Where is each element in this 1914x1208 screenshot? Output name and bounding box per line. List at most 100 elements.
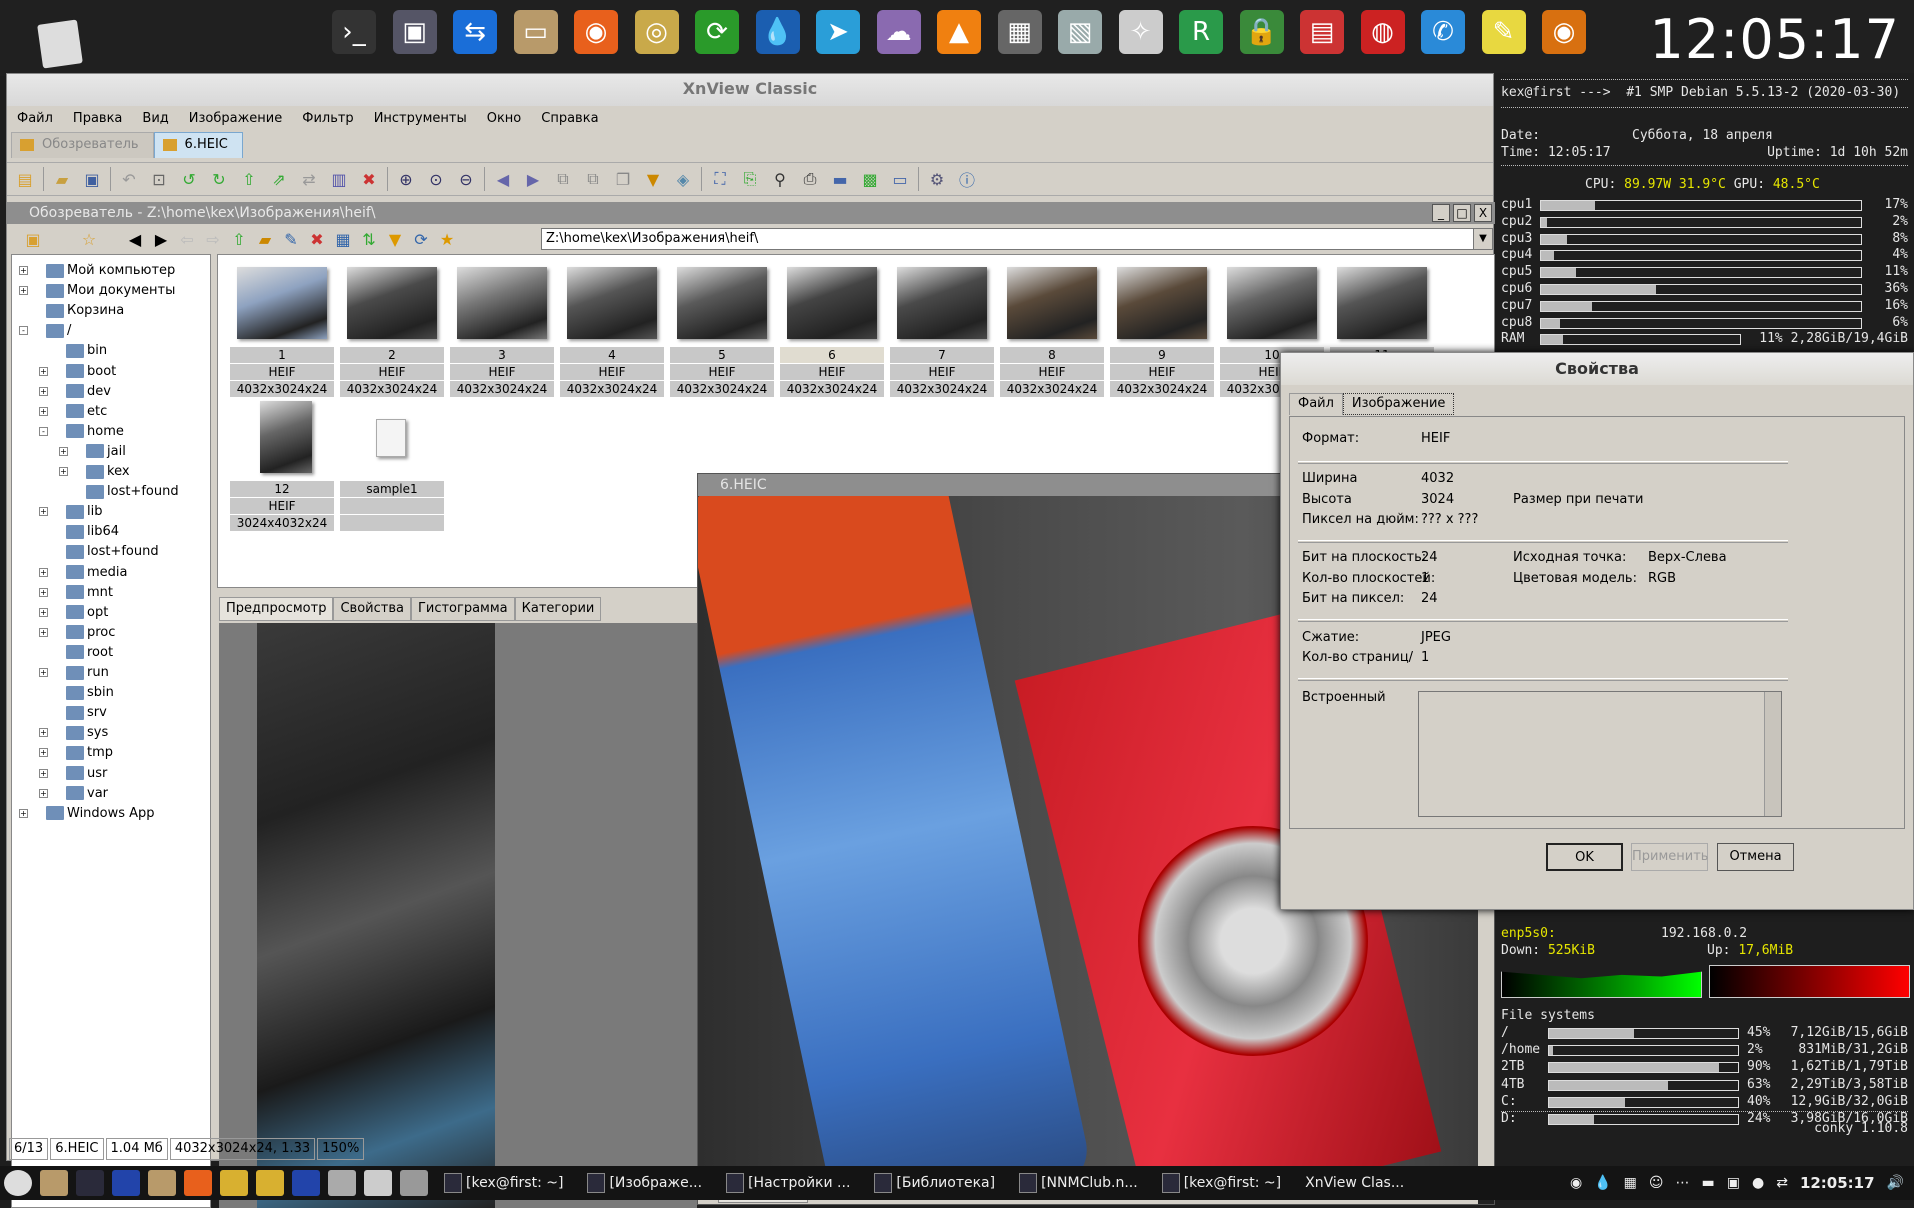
telegram-icon[interactable]: ➤ <box>816 10 860 54</box>
cleaner-icon[interactable] <box>220 1170 248 1196</box>
menu-item[interactable]: Инструменты <box>364 108 477 130</box>
taskbar-task[interactable]: [Библиотека] <box>874 1173 995 1193</box>
tree-item[interactable]: lib64 <box>66 522 119 542</box>
tree-expander[interactable]: - <box>39 426 48 436</box>
xnview-tray-icon[interactable]: ◉ <box>1570 1175 1582 1191</box>
menu-item[interactable]: Справка <box>531 108 608 130</box>
tree-expander[interactable]: + <box>39 607 48 617</box>
taskbar-task[interactable]: [Настройки ... <box>726 1173 850 1193</box>
panel-tab[interactable]: Предпросмотр <box>219 597 334 621</box>
teamviewer-icon[interactable]: ⇆ <box>453 10 497 54</box>
undo-icon[interactable]: ↶ <box>117 167 141 191</box>
tab-image[interactable]: 6.HEIC <box>153 132 243 158</box>
tree-item[interactable]: opt <box>66 603 108 623</box>
start-icon[interactable] <box>4 1170 32 1196</box>
disc-burner-icon[interactable]: ◎ <box>634 10 679 54</box>
tree-expander[interactable]: - <box>19 326 28 336</box>
tools-icon[interactable] <box>364 1170 392 1196</box>
crop-icon[interactable]: ⊡ <box>147 167 171 191</box>
tree-expander[interactable]: + <box>39 668 48 677</box>
tree-expander[interactable]: + <box>39 627 48 637</box>
rotate-left-icon[interactable]: ↺ <box>177 167 201 191</box>
batch-icon[interactable]: ⎘ <box>738 167 762 191</box>
tree-expander[interactable]: + <box>39 366 48 376</box>
first-icon[interactable]: ⧉ <box>551 167 575 191</box>
user-icon[interactable]: ● <box>1752 1175 1764 1191</box>
tree-item[interactable]: jail <box>86 442 126 462</box>
taskbar-task[interactable]: [kex@first: ~] <box>444 1173 563 1193</box>
zoom-in-icon[interactable]: ⊕ <box>394 167 418 191</box>
lock-icon[interactable]: 🔒 <box>1239 10 1284 54</box>
tree-expander[interactable]: + <box>59 467 68 476</box>
folder-icon[interactable] <box>148 1170 176 1196</box>
rename-icon[interactable]: ✎ <box>281 227 301 251</box>
favorites-tab-icon[interactable]: ☆ <box>59 227 119 251</box>
pages-icon[interactable]: ❐ <box>611 167 635 191</box>
us-flag-icon[interactable]: ▬ <box>1702 1175 1715 1191</box>
fullscreen-icon[interactable]: ⛶ <box>708 167 732 191</box>
tree-item[interactable]: srv <box>66 703 107 723</box>
tree-expander[interactable]: + <box>19 808 28 818</box>
tab-browser[interactable]: Обозреватель <box>11 132 154 158</box>
sort-icon[interactable]: ⇅ <box>359 227 379 251</box>
menu-item[interactable]: Изображение <box>179 108 292 130</box>
bookmark-icon[interactable]: ★ <box>437 227 457 251</box>
notes-icon[interactable]: ✎ <box>1481 10 1526 54</box>
tree-item[interactable]: tmp <box>66 743 113 763</box>
disk-icon[interactable]: ▣ <box>1727 1175 1740 1191</box>
compass-icon[interactable]: ✧ <box>1118 10 1163 54</box>
pidgin-icon[interactable]: ☁ <box>876 10 921 54</box>
calendar-icon[interactable]: ▦ <box>1624 1175 1637 1191</box>
tree-item[interactable]: lost+found <box>66 542 159 562</box>
file-manager-icon[interactable]: ▭ <box>513 10 558 54</box>
tree-item[interactable]: Корзина <box>46 301 124 321</box>
embedded-scrollbar[interactable] <box>1764 692 1781 816</box>
more-icon[interactable]: ⋯ <box>1676 1175 1690 1191</box>
next-icon[interactable]: ▶ <box>521 167 545 191</box>
tab-image[interactable]: Изображение <box>1342 393 1455 415</box>
tree-item[interactable]: mnt <box>66 583 113 603</box>
xnview-icon[interactable]: ◉ <box>1542 10 1586 54</box>
tree-item[interactable]: usr <box>66 764 107 784</box>
minimize-button[interactable]: _ <box>1432 204 1450 222</box>
volume-icon[interactable]: 🔊 <box>1887 1175 1904 1191</box>
adjust-icon[interactable]: ▥ <box>327 167 351 191</box>
tree-item[interactable]: etc <box>66 402 107 422</box>
terminal-icon[interactable]: ›_ <box>332 10 376 54</box>
tree-item[interactable]: Мой компьютер <box>46 261 175 281</box>
tree-expander[interactable]: + <box>59 446 68 456</box>
lifebuoy-icon[interactable]: ◍ <box>1360 10 1405 54</box>
qbittorrent-icon[interactable]: 💧 <box>755 10 800 54</box>
usb-drive-icon[interactable] <box>328 1170 356 1196</box>
taskbar-task[interactable]: XnView Clas... <box>1305 1175 1404 1191</box>
firefox-icon[interactable] <box>184 1170 212 1196</box>
phone-icon[interactable]: ✆ <box>1421 10 1465 54</box>
tree-item[interactable]: bin <box>66 341 107 361</box>
close-button[interactable]: X <box>1474 204 1492 222</box>
export-icon[interactable]: ⇗ <box>267 167 291 191</box>
calculator-icon[interactable]: ▦ <box>997 10 1042 54</box>
menu-item[interactable]: Правка <box>63 108 132 130</box>
new-folder-icon[interactable]: ▰ <box>255 227 275 251</box>
path-input[interactable]: Z:\home\kex\Изображения\heif\ <box>541 228 1493 250</box>
firefox-icon[interactable]: ◉ <box>574 10 618 54</box>
tree-item[interactable]: proc <box>66 623 115 643</box>
remote-desktop-icon[interactable]: ▣ <box>392 10 437 54</box>
network-icon[interactable]: ⇄ <box>1776 1175 1788 1191</box>
screenshot-icon[interactable]: ▧ <box>1058 10 1102 54</box>
tree-item[interactable]: Мои документы <box>46 281 175 301</box>
tree-expander[interactable]: + <box>39 507 48 517</box>
tree-expander[interactable]: + <box>19 286 28 296</box>
filter-icon[interactable]: ▼ <box>385 227 405 251</box>
tree-item[interactable]: dev <box>66 382 111 402</box>
tree-item[interactable]: boot <box>66 362 116 382</box>
tree-item[interactable]: sbin <box>66 683 114 703</box>
remove-icon[interactable]: ✖ <box>357 167 381 191</box>
tree-item[interactable]: var <box>66 784 108 804</box>
tree-item[interactable]: lib <box>66 502 102 522</box>
zoom-out-icon[interactable]: ⊖ <box>454 167 478 191</box>
terminal-icon[interactable] <box>76 1170 104 1196</box>
qbittorrent-tray-icon[interactable]: 💧 <box>1594 1175 1611 1191</box>
panel-tab[interactable]: Категории <box>514 597 602 621</box>
taskbar-task[interactable]: [Изображе... <box>587 1173 702 1193</box>
